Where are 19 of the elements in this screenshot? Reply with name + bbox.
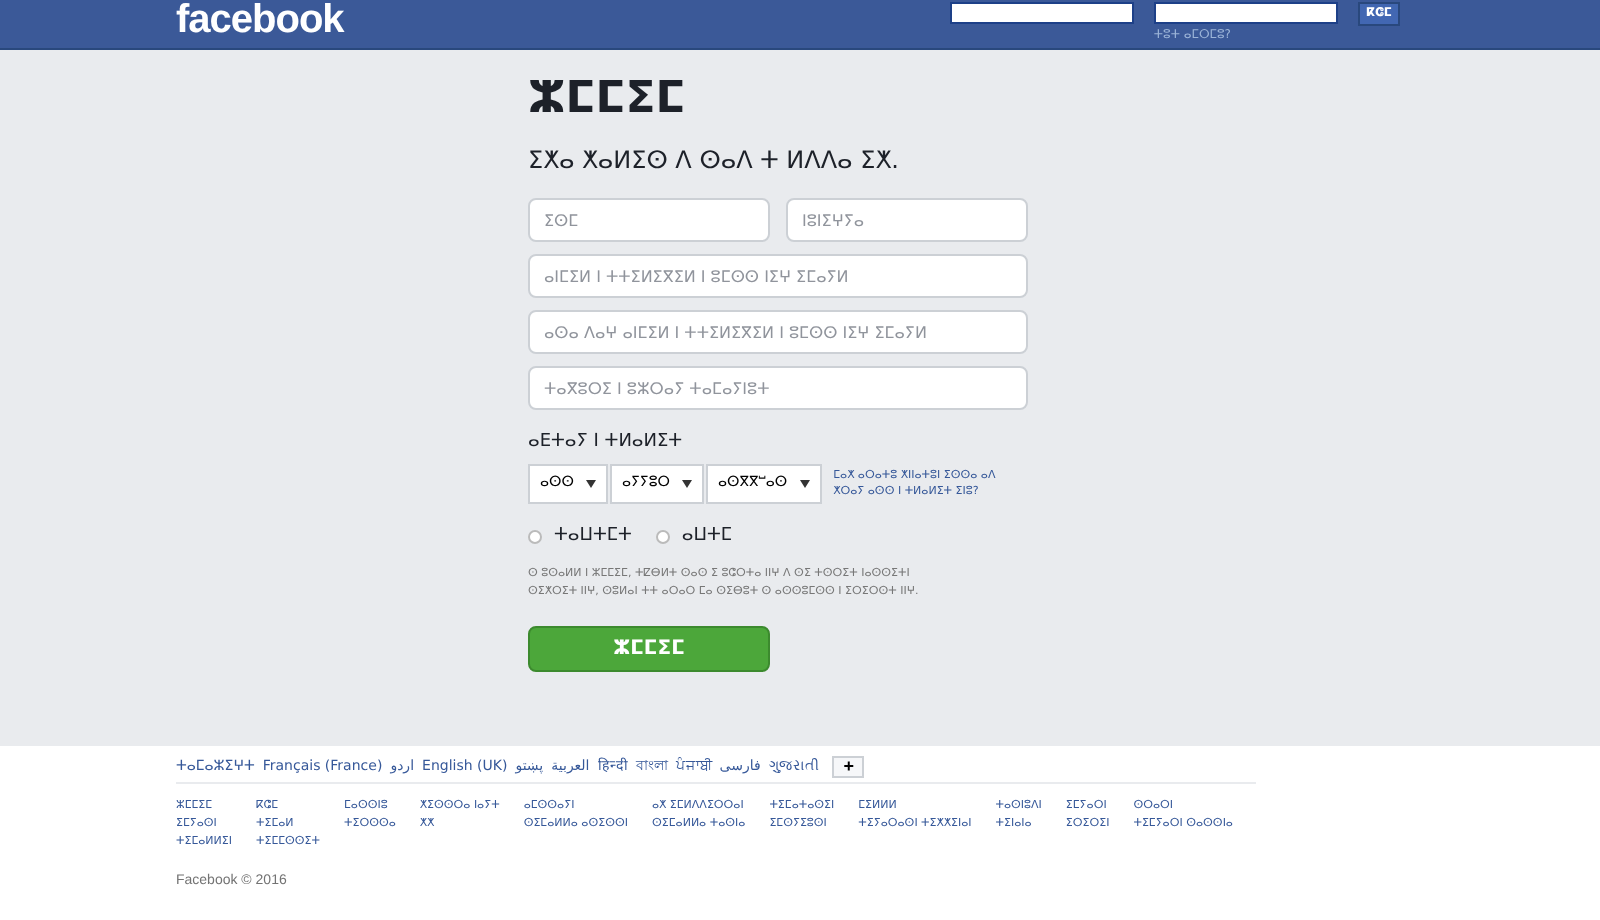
dropdown-arrow-icon: [585, 479, 596, 487]
facebook-logo[interactable]: facebook: [176, 0, 344, 40]
text-field[interactable]: ⴰⵙⴰ ⴷⴰⵖ ⴰⵏⵎⵉⵍ ⵏ ⵜⵜⵉⵍⵉⴳⵉⵍ ⵏ ⵓⵎⵙⵙ ⵏⵉⵖ ⵉⵎⴰⵢⵍ: [528, 310, 1028, 354]
dropdown-arrow-icon: [799, 479, 810, 487]
text-field[interactable]: ⵏⵓⵏⵉⵖⵢⴰ: [786, 198, 1028, 242]
radio-button[interactable]: [528, 529, 542, 544]
birthday-label: ⴰⴹⵜⴰⵢ ⵏ ⵜⵍⴰⵍⵉⵜ: [528, 430, 685, 456]
more-languages-button[interactable]: +: [832, 756, 865, 778]
signup-subtitle: ⵉⵅⴰ ⵅⴰⵍⵉⵙ ⴷ ⵙⴰⴷ ⵜ ⵍⴷⴷⴰ ⵉⵅ.: [528, 144, 901, 178]
dropdown-arrow-icon: [681, 479, 692, 487]
text-field[interactable]: ⵉⵙⵎ: [528, 198, 770, 242]
email-field[interactable]: [949, 2, 1134, 24]
signup-title: ⵣⵎⵎⵉⵎ: [528, 78, 688, 122]
text-field[interactable]: ⴰⵏⵎⵉⵍ ⵏ ⵜⵜⵉⵍⵉⴳⵉⵍ ⵏ ⵓⵎⵙⵙ ⵏⵉⵖ ⵉⵎⴰⵢⵍ: [528, 254, 1028, 298]
gender-label: ⴰⵡⵜⵎ: [681, 523, 732, 549]
text-field[interactable]: ⵜⴰⴳⵓⵔⵉ ⵏ ⵓⵣⵔⴰⵢ ⵜⴰⵎⴰⵢⵏⵓⵜ: [528, 366, 1028, 410]
gender-label: ⵜⴰⵡⵜⵎⵜ: [554, 523, 632, 549]
radio-button[interactable]: [655, 529, 670, 544]
password-field[interactable]: [1153, 2, 1338, 24]
